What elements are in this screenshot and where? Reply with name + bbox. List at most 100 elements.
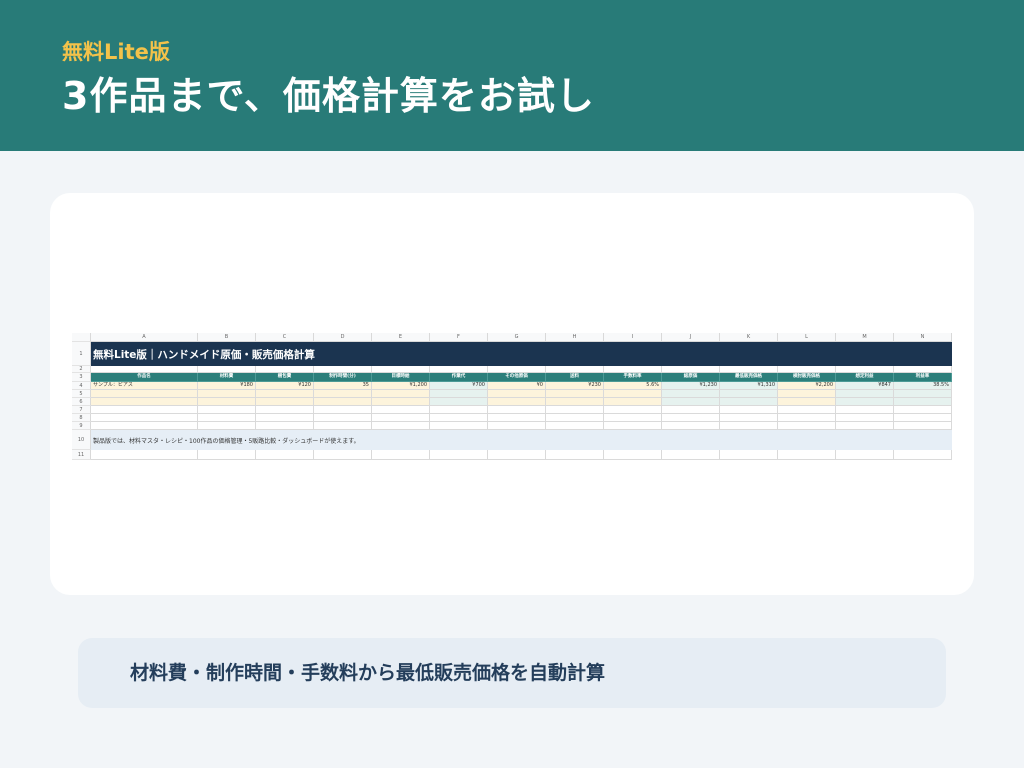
table-cell[interactable] [372,398,430,406]
table-cell[interactable]: ¥1,230 [662,382,720,390]
column-header[interactable]: C [256,333,314,342]
empty-cell[interactable] [836,422,894,430]
table-header-cell[interactable]: 梱包費 [256,373,314,382]
empty-cell[interactable] [314,422,372,430]
empty-cell[interactable] [778,422,836,430]
empty-cell[interactable] [662,366,720,373]
table-cell[interactable] [91,406,198,414]
empty-cell[interactable] [372,450,430,460]
table-header-cell[interactable]: 制作時間(分) [314,373,372,382]
empty-cell[interactable] [604,422,662,430]
table-cell[interactable] [430,390,488,398]
table-cell[interactable] [314,406,372,414]
empty-cell[interactable] [894,450,952,460]
table-cell[interactable] [256,398,314,406]
empty-cell[interactable] [372,422,430,430]
table-cell[interactable] [488,398,546,406]
row-number[interactable]: 10 [72,430,91,450]
empty-cell[interactable] [256,450,314,460]
empty-cell[interactable] [662,450,720,460]
empty-cell[interactable] [488,414,546,422]
table-cell[interactable]: 5.6% [604,382,662,390]
empty-cell[interactable] [894,366,952,373]
table-cell[interactable] [604,398,662,406]
table-cell[interactable] [604,406,662,414]
empty-cell[interactable] [894,414,952,422]
table-cell[interactable]: ¥0 [488,382,546,390]
empty-cell[interactable] [604,366,662,373]
table-header-cell[interactable]: 手数料率 [604,373,662,382]
empty-cell[interactable] [546,422,604,430]
table-cell[interactable] [198,398,256,406]
table-cell[interactable] [198,406,256,414]
empty-cell[interactable] [256,366,314,373]
empty-cell[interactable] [488,422,546,430]
empty-cell[interactable] [546,414,604,422]
empty-cell[interactable] [198,422,256,430]
table-cell[interactable] [546,390,604,398]
empty-cell[interactable] [488,366,546,373]
table-cell[interactable] [836,398,894,406]
table-cell[interactable] [836,406,894,414]
empty-cell[interactable] [256,414,314,422]
upgrade-note[interactable]: 製品版では、材料マスタ・レシピ・100作品の価格管理・5販路比較・ダッシュボード… [91,430,952,450]
table-cell[interactable]: ¥1,310 [720,382,778,390]
table-cell[interactable]: ¥1,200 [372,382,430,390]
table-cell[interactable] [488,406,546,414]
column-header[interactable]: H [546,333,604,342]
empty-cell[interactable] [91,366,198,373]
empty-cell[interactable] [91,414,198,422]
empty-cell[interactable] [836,414,894,422]
row-number[interactable]: 5 [72,390,91,398]
table-cell[interactable] [720,406,778,414]
row-number[interactable]: 3 [72,373,91,382]
empty-cell[interactable] [894,422,952,430]
column-header[interactable]: M [836,333,894,342]
table-cell[interactable] [778,398,836,406]
table-cell[interactable] [314,398,372,406]
table-cell[interactable] [372,390,430,398]
table-header-cell[interactable]: 材料費 [198,373,256,382]
table-cell[interactable] [894,406,952,414]
row-number[interactable] [72,333,91,342]
empty-cell[interactable] [778,450,836,460]
column-header[interactable]: N [894,333,952,342]
empty-cell[interactable] [198,366,256,373]
empty-cell[interactable] [662,414,720,422]
table-cell[interactable] [836,390,894,398]
table-cell[interactable]: ¥2,200 [778,382,836,390]
table-cell[interactable]: 38.5% [894,382,952,390]
empty-cell[interactable] [720,366,778,373]
table-cell[interactable]: サンプル：ピアス [91,382,198,390]
empty-cell[interactable] [430,422,488,430]
table-cell[interactable]: ¥180 [198,382,256,390]
column-header[interactable]: E [372,333,430,342]
table-cell[interactable] [662,390,720,398]
empty-cell[interactable] [662,422,720,430]
table-cell[interactable] [662,406,720,414]
empty-cell[interactable] [720,414,778,422]
table-header-cell[interactable]: 作業代 [430,373,488,382]
table-cell[interactable] [430,398,488,406]
table-cell[interactable] [720,390,778,398]
table-cell[interactable] [372,406,430,414]
table-header-cell[interactable]: 目標時給 [372,373,430,382]
empty-cell[interactable] [604,450,662,460]
empty-cell[interactable] [372,414,430,422]
column-header[interactable]: J [662,333,720,342]
table-cell[interactable] [314,390,372,398]
table-cell[interactable] [430,406,488,414]
empty-cell[interactable] [778,414,836,422]
empty-cell[interactable] [430,366,488,373]
row-number[interactable]: 1 [72,342,91,366]
empty-cell[interactable] [314,366,372,373]
table-cell[interactable] [91,390,198,398]
empty-cell[interactable] [720,450,778,460]
row-number[interactable]: 11 [72,450,91,460]
table-cell[interactable] [546,398,604,406]
table-header-cell[interactable]: 利益率 [894,373,952,382]
row-number[interactable]: 2 [72,366,91,373]
table-cell[interactable] [894,398,952,406]
table-cell[interactable] [256,406,314,414]
table-cell[interactable] [778,390,836,398]
